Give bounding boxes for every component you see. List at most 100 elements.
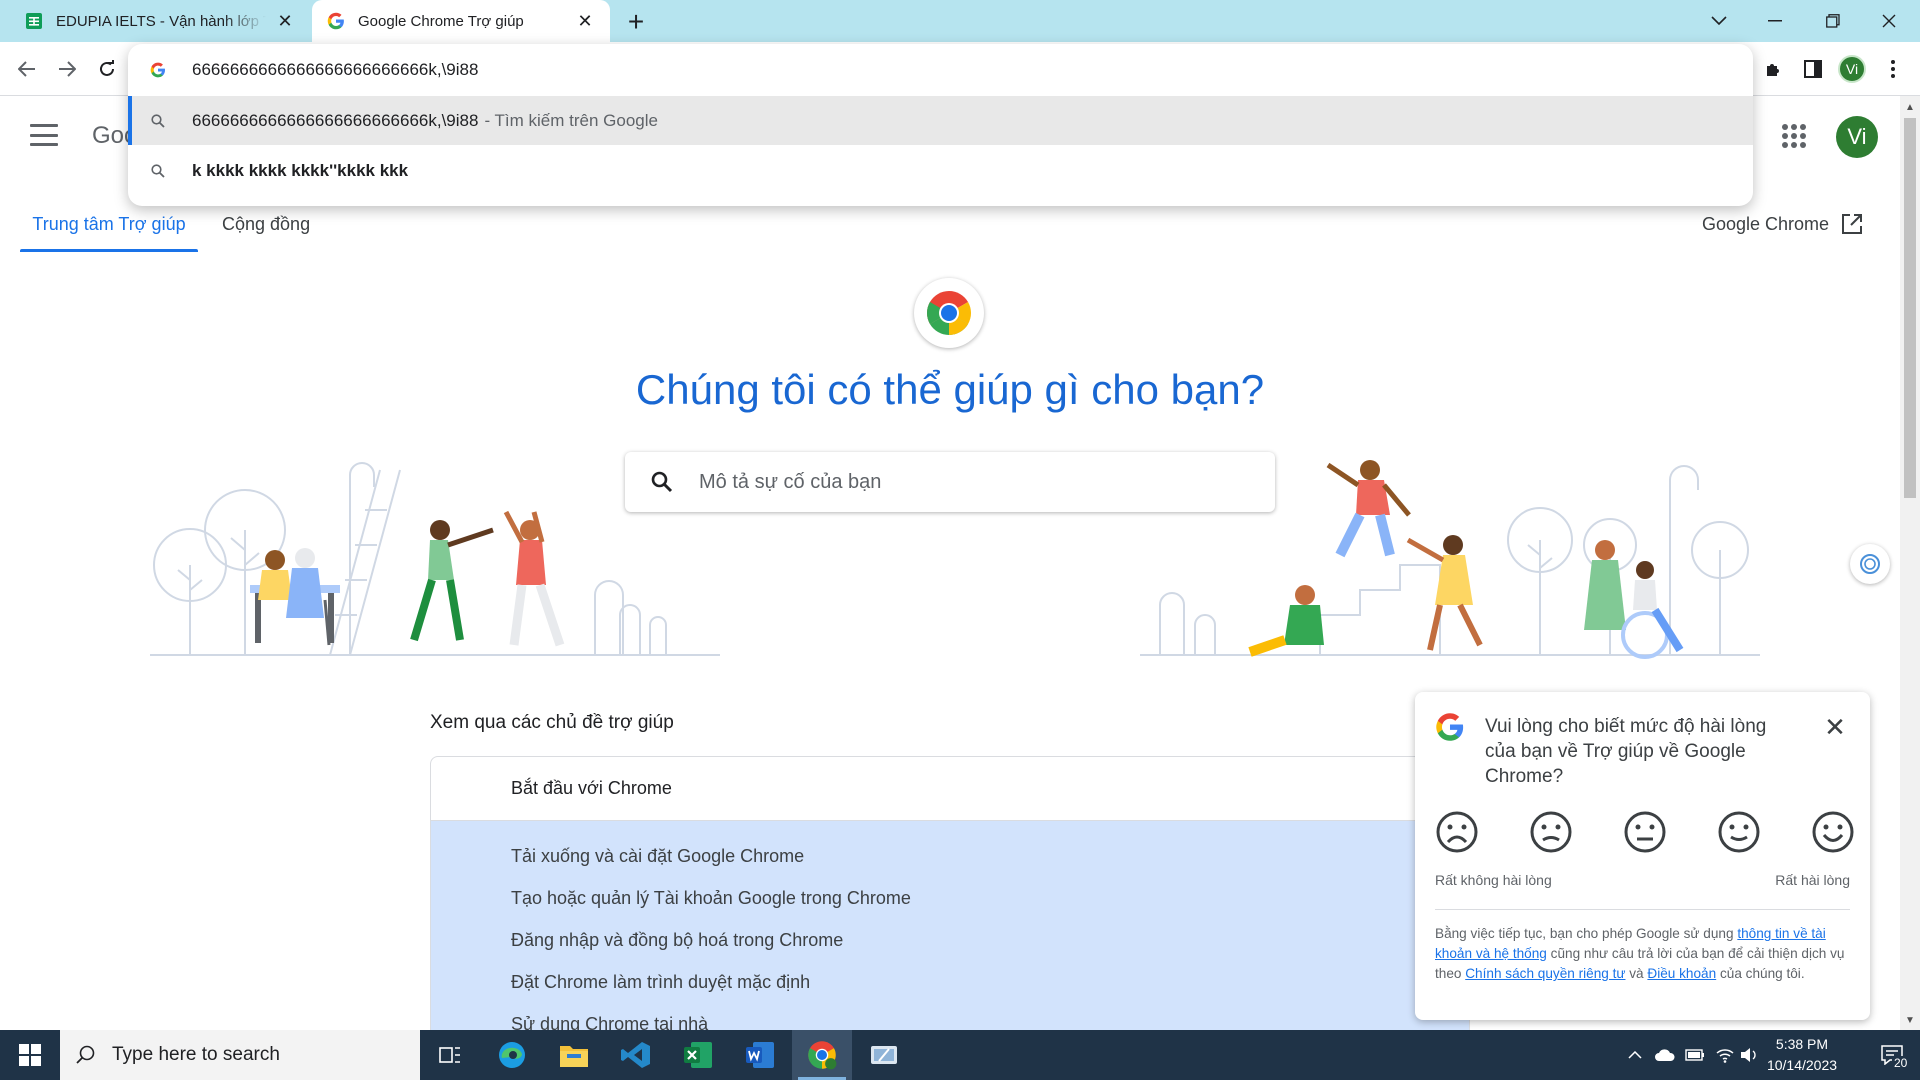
satisfied-icon[interactable] [1717, 810, 1761, 854]
address-bar-text: 6666666666666666666666666k,\9i88 [192, 60, 479, 79]
maximize-button[interactable] [1806, 0, 1860, 42]
taskbar-search[interactable]: Type here to search [60, 1030, 420, 1080]
windows-taskbar: Type here to search 5:38 PM 10/14/2023 2… [0, 1030, 1920, 1080]
address-bar[interactable]: 6666666666666666666666666k,\9i88 [128, 44, 1753, 96]
product-link-label: Google Chrome [1702, 213, 1830, 234]
omnibox-suggestion[interactable]: 6666666666666666666666666k,\9i88 - Tìm k… [128, 96, 1753, 145]
topic-section-header[interactable]: Bắt đầu với Chrome [431, 757, 1469, 821]
low-rating-label: Rất không hài lòng [1435, 872, 1552, 888]
scrollbar-thumb[interactable] [1904, 118, 1916, 498]
google-icon [326, 11, 346, 31]
word-icon[interactable] [730, 1030, 790, 1080]
omnibox-suggestion[interactable]: k kkkk kkkk kkkk''kkkk kkk [128, 146, 1753, 195]
new-tab-button[interactable]: + [620, 6, 652, 38]
neutral-icon[interactable] [1623, 810, 1667, 854]
suggestion-text: 6666666666666666666666666k,\9i88 [192, 110, 479, 130]
main-menu-icon[interactable] [30, 124, 58, 146]
excel-icon[interactable] [668, 1030, 728, 1080]
search-icon [128, 113, 188, 128]
page-title: Chúng tôi có thể giúp gì cho bạn? [635, 366, 1265, 413]
help-search-box[interactable] [625, 452, 1275, 512]
external-link-icon [1842, 214, 1863, 234]
tab-strip: EDUPIA IELTS - Vận hành lớp Test ✕ Googl… [0, 0, 1920, 42]
search-icon [128, 163, 188, 178]
high-rating-label: Rất hài lòng [1775, 872, 1850, 888]
search-icon [76, 1045, 95, 1064]
tray-chevron-icon[interactable] [1620, 1030, 1650, 1080]
task-view-icon[interactable] [420, 1030, 480, 1080]
tab-title: EDUPIA IELTS - Vận hành lớp Test [56, 12, 266, 30]
topic-link[interactable]: Đặt Chrome làm trình duyệt mặc định [431, 961, 1469, 1003]
topic-link[interactable]: Tạo hoặc quản lý Tài khoản Google trong … [431, 877, 1469, 919]
very-satisfied-icon[interactable] [1811, 810, 1855, 854]
topic-link[interactable]: Đăng nhập và đồng bộ hoá trong Chrome [431, 919, 1469, 961]
product-link[interactable]: Google Chrome [1702, 204, 1863, 244]
tab-community[interactable]: Cộng đồng [222, 204, 310, 244]
suggestion-hint: - Tìm kiếm trên Google [484, 110, 658, 130]
vscode-icon[interactable] [606, 1030, 666, 1080]
notification-icon[interactable]: 20 [1864, 1030, 1920, 1080]
terms-link[interactable]: Điều khoản [1647, 966, 1716, 981]
google-icon [1436, 713, 1464, 741]
close-survey-icon[interactable]: ✕ [1820, 712, 1850, 742]
satisfaction-survey: Vui lòng cho biết mức độ hài lòng của bạ… [1415, 692, 1870, 1020]
onedrive-icon[interactable] [1650, 1030, 1680, 1080]
file-explorer-icon[interactable] [544, 1030, 604, 1080]
clock-date: 10/14/2023 [1766, 1057, 1838, 1073]
chrome-logo-icon [914, 278, 984, 348]
edge-icon[interactable] [482, 1030, 542, 1080]
snipping-tool-icon[interactable] [854, 1030, 914, 1080]
side-panel-icon[interactable] [1796, 52, 1830, 86]
omnibox-dropdown: 6666666666666666666666666k,\9i88 6666666… [128, 44, 1753, 206]
topic-link[interactable]: Tải xuống và cài đặt Google Chrome [431, 835, 1469, 877]
search-icon [625, 471, 699, 493]
chrome-taskbar-icon[interactable] [792, 1030, 852, 1080]
avatar-initials: Vi [1845, 61, 1859, 77]
suggestion-text: k kkkk kkkk kkkk''kkkk kkk [192, 160, 409, 180]
topics-heading: Xem qua các chủ đề trợ giúp [430, 712, 674, 733]
close-tab-icon[interactable]: ✕ [274, 10, 296, 32]
battery-icon[interactable] [1680, 1030, 1710, 1080]
clock-time: 5:38 PM [1775, 1036, 1829, 1052]
google-apps-icon[interactable] [1782, 124, 1806, 148]
assistant-floating-icon[interactable] [1850, 544, 1890, 584]
page-scrollbar[interactable]: ▲ ▼ [1900, 96, 1920, 1030]
extensions-icon[interactable] [1756, 52, 1790, 86]
help-search-input[interactable] [699, 470, 1219, 494]
close-tab-icon[interactable]: ✕ [574, 10, 596, 32]
back-button[interactable] [10, 52, 44, 86]
tab-search-icon[interactable] [1692, 0, 1746, 42]
notification-count: 20 [1892, 1056, 1910, 1070]
tab-title: Google Chrome Trợ giúp [358, 12, 524, 30]
survey-disclaimer: Bằng việc tiếp tục, bạn cho phép Google … [1435, 924, 1850, 984]
google-icon [128, 62, 188, 78]
topic-card: Bắt đầu với Chrome Tải xuống và cài đặt … [430, 756, 1470, 1036]
scroll-up-icon[interactable]: ▲ [1905, 102, 1915, 113]
account-avatar[interactable]: Vi [1836, 116, 1878, 158]
menu-dots-icon[interactable] [1876, 52, 1910, 86]
dissatisfied-icon[interactable] [1529, 810, 1573, 854]
privacy-policy-link[interactable]: Chính sách quyền riêng tư [1465, 966, 1625, 981]
sheets-icon [24, 11, 44, 31]
tab-help-center[interactable]: Trung tâm Trợ giúp [20, 204, 198, 252]
topic-list: Tải xuống và cài đặt Google Chrome Tạo h… [431, 821, 1469, 1035]
tab-edupia[interactable]: EDUPIA IELTS - Vận hành lớp Test ✕ [10, 0, 310, 42]
disclaimer-text: của chúng tôi. [1716, 966, 1805, 981]
taskbar-clock[interactable]: 5:38 PM 10/14/2023 [1752, 1034, 1852, 1076]
survey-question: Vui lòng cho biết mức độ hài lòng của bạ… [1485, 716, 1767, 787]
wifi-icon[interactable] [1710, 1030, 1740, 1080]
profile-avatar[interactable]: Vi [1838, 55, 1866, 83]
disclaimer-text: Bằng việc tiếp tục, bạn cho phép Google … [1435, 926, 1738, 941]
windows-start-icon[interactable] [0, 1030, 60, 1080]
tab-chrome-help[interactable]: Google Chrome Trợ giúp ✕ [312, 0, 610, 42]
reload-button[interactable] [90, 52, 124, 86]
rating-faces [1435, 810, 1855, 854]
avatar-initials: Vi [1847, 124, 1867, 149]
divider [1435, 909, 1850, 910]
close-window-button[interactable] [1862, 0, 1916, 42]
scroll-down-icon[interactable]: ▼ [1905, 1015, 1915, 1026]
minimize-button[interactable] [1748, 0, 1802, 42]
forward-button[interactable] [50, 52, 84, 86]
very-dissatisfied-icon[interactable] [1435, 810, 1479, 854]
disclaimer-text: và [1625, 966, 1648, 981]
